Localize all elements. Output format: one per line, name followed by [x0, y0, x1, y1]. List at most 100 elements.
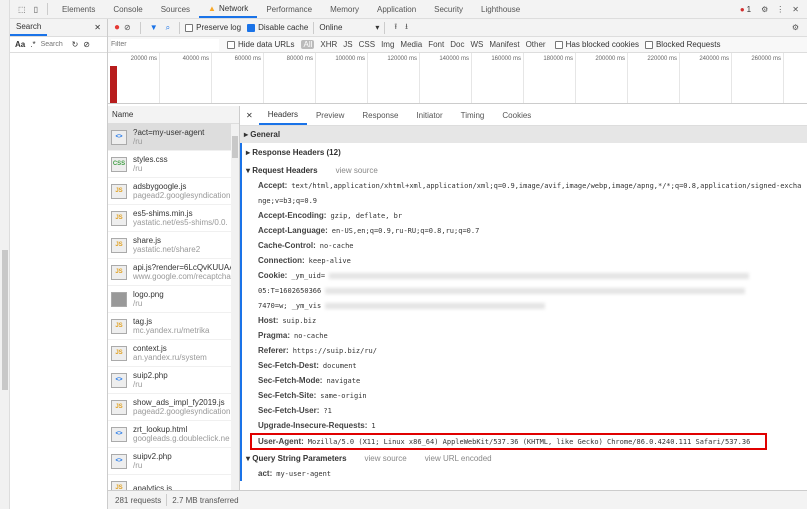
view-url-encoded-link[interactable]: view URL encoded: [425, 454, 492, 463]
match-case-toggle[interactable]: Aa: [15, 40, 25, 49]
list-scrollbar[interactable]: [231, 124, 239, 490]
filter-type-all[interactable]: All: [301, 40, 315, 49]
request-row[interactable]: JS tag.js mc.yandex.ru/metrika: [108, 313, 239, 340]
refresh-icon[interactable]: ↻: [72, 40, 79, 49]
tab-sources[interactable]: Sources: [152, 0, 199, 18]
error-count[interactable]: 1: [747, 5, 751, 14]
filter-type-other[interactable]: Other: [526, 40, 546, 49]
general-section[interactable]: ▸ General: [240, 126, 807, 143]
filter-icon[interactable]: ▼: [150, 23, 158, 32]
tab-lighthouse[interactable]: Lighthouse: [472, 0, 529, 18]
more-menu-icon[interactable]: ⋮: [776, 5, 784, 14]
request-headers-section[interactable]: ▾ Request Headers view source: [242, 162, 807, 178]
request-header: Sec-Fetch-Dest: document: [258, 361, 357, 370]
filter-bar: Hide data URLs All XHR JS CSS Img Media Font Do…: [108, 37, 807, 53]
view-source-link[interactable]: view source: [336, 166, 378, 175]
request-row[interactable]: CSS styles.css/ru: [108, 151, 239, 178]
tab-elements[interactable]: Elements: [53, 0, 104, 18]
record-icon[interactable]: ●: [114, 22, 120, 33]
request-row[interactable]: JS share.js yastatic.net/share2: [108, 232, 239, 259]
search-input[interactable]: [40, 41, 67, 48]
tab-memory[interactable]: Memory: [321, 0, 368, 18]
timeline-tick: 260000 ms: [751, 56, 781, 62]
timeline-tick: 40000 ms: [182, 56, 209, 62]
hide-data-urls-checkbox[interactable]: Hide data URLs: [227, 40, 294, 49]
close-details-icon[interactable]: ✕: [246, 111, 253, 120]
import-har-icon[interactable]: ⭱: [394, 21, 397, 35]
name-column-header[interactable]: Name: [108, 106, 239, 124]
request-path: pagead2.googlesyndication: [133, 407, 231, 416]
tab-security[interactable]: Security: [425, 0, 472, 18]
response-headers-section[interactable]: ▸ Response Headers (12): [242, 143, 807, 162]
device-toolbar-icon[interactable]: ▯: [34, 5, 38, 14]
close-search-icon[interactable]: ✕: [94, 23, 101, 32]
details-tab-initiator[interactable]: Initiator: [407, 106, 451, 125]
doc-file-icon: <>: [111, 426, 127, 442]
request-row[interactable]: JS show_ads_impl_fy2019.js pagead2.googles…: [108, 394, 239, 421]
details-tab-headers[interactable]: Headers: [258, 106, 307, 125]
timeline-tick: 120000 ms: [387, 56, 417, 62]
request-row[interactable]: <> zrt_lookup.html googleads.g.doubleclick…: [108, 421, 239, 448]
request-name: api.js?render=6LcQvKUUAA: [133, 263, 235, 272]
filter-type-font[interactable]: Font: [428, 40, 444, 49]
timeline-tick: 180000 ms: [543, 56, 573, 62]
request-header: Upgrade-Insecure-Requests: 1: [258, 421, 376, 430]
filter-type-xhr[interactable]: XHR: [320, 40, 337, 49]
filter-type-doc[interactable]: Doc: [450, 40, 464, 49]
export-har-icon[interactable]: ⭳: [405, 21, 408, 35]
regex-toggle[interactable]: .*: [30, 40, 35, 49]
details-tab-response[interactable]: Response: [353, 106, 407, 125]
request-row[interactable]: <> ?act=my-user-agent/ru: [108, 124, 239, 151]
request-row[interactable]: JS analytics.js: [108, 475, 239, 490]
filter-type-manifest[interactable]: Manifest: [489, 40, 519, 49]
throttle-select[interactable]: Online ▾: [319, 23, 379, 32]
timeline-tick: 60000 ms: [234, 56, 261, 62]
timeline-overview[interactable]: 20000 ms 40000 ms 60000 ms 80000 ms 100000 m…: [108, 53, 807, 104]
request-header: Accept: text/html,application/xhtml+xml,a…: [258, 181, 802, 190]
request-row[interactable]: logo.png/ru: [108, 286, 239, 313]
details-tab-cookies[interactable]: Cookies: [493, 106, 540, 125]
network-settings-icon[interactable]: ⚙: [792, 23, 799, 32]
search-icon[interactable]: ⌕: [166, 23, 170, 33]
request-header: Pragma: no-cache: [258, 331, 328, 340]
details-tab-preview[interactable]: Preview: [307, 106, 353, 125]
filter-type-img[interactable]: Img: [381, 40, 394, 49]
details-tab-timing[interactable]: Timing: [452, 106, 494, 125]
tab-console[interactable]: Console: [104, 0, 151, 18]
filter-type-media[interactable]: Media: [400, 40, 422, 49]
settings-icon[interactable]: ⚙: [761, 5, 768, 14]
error-icon[interactable]: ●: [740, 5, 745, 14]
request-row[interactable]: <> suip2.php/ru: [108, 367, 239, 394]
tab-network[interactable]: ▲ Network: [199, 0, 258, 18]
blocked-requests-checkbox[interactable]: Blocked Requests: [644, 40, 720, 49]
tab-application[interactable]: Application: [368, 0, 425, 18]
search-panel: Search ✕ Aa .* ↻ ⊘: [10, 19, 108, 509]
transferred-size: 2.7 MB transferred: [172, 495, 239, 505]
request-row[interactable]: JS adsbygoogle.js pagead2.googlesyndicatio…: [108, 178, 239, 205]
tab-performance[interactable]: Performance: [257, 0, 321, 18]
preserve-log-checkbox[interactable]: Preserve log: [185, 23, 241, 32]
disable-cache-checkbox[interactable]: Disable cache: [247, 23, 308, 32]
query-string-section[interactable]: ▾ Query String Parameters view source vi…: [242, 450, 807, 466]
warning-icon: ▲: [208, 3, 216, 13]
request-row[interactable]: JS api.js?render=6LcQvKUUAA www.google.com…: [108, 259, 239, 286]
search-tab[interactable]: Search: [10, 19, 48, 36]
request-row[interactable]: JS context.js an.yandex.ru/system: [108, 340, 239, 367]
filter-input[interactable]: [111, 38, 219, 51]
request-header: Cookie: _ym_uid=: [242, 268, 807, 283]
close-devtools-icon[interactable]: ✕: [792, 5, 799, 14]
has-blocked-cookies-checkbox[interactable]: Has blocked cookies: [554, 40, 639, 49]
request-row[interactable]: JS es5-shims.min.js yastatic.net/es5-shims…: [108, 205, 239, 232]
filter-type-js[interactable]: JS: [343, 40, 352, 49]
clear-log-icon[interactable]: ⊘: [124, 23, 131, 32]
request-header: nge;v=b3;q=0.9: [258, 196, 318, 205]
filter-type-ws[interactable]: WS: [470, 40, 483, 49]
request-name: suip2.php: [133, 371, 168, 380]
request-row[interactable]: <> suipv2.php/ru: [108, 448, 239, 475]
inspect-element-icon[interactable]: ⬚: [18, 5, 26, 14]
outer-scrollbar[interactable]: [0, 0, 10, 509]
query-view-source-link[interactable]: view source: [365, 454, 407, 463]
filter-type-css[interactable]: CSS: [359, 40, 375, 49]
clear-icon[interactable]: ⊘: [83, 40, 90, 49]
timeline-gridline: [783, 53, 784, 103]
